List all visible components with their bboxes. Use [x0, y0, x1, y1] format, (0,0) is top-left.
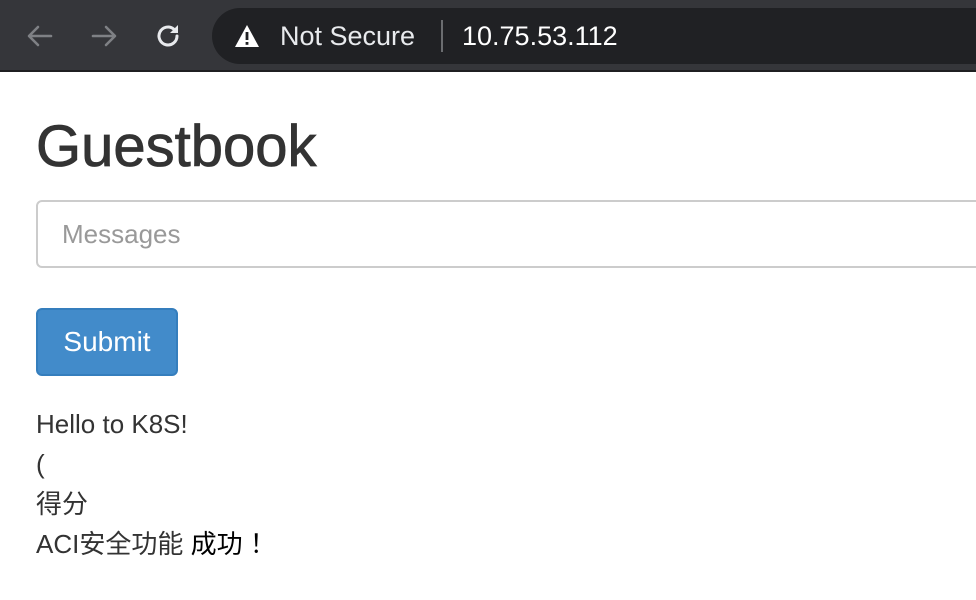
- guestbook-entry-row: ACI安全功能 成功 ！: [36, 524, 276, 564]
- reload-button[interactable]: [150, 18, 186, 54]
- guestbook-entry: (: [36, 449, 45, 479]
- back-arrow-icon: [27, 25, 53, 47]
- messages-input[interactable]: [36, 200, 976, 268]
- reload-icon: [157, 25, 179, 47]
- guestbook-entries: Hello to K8S! ( 得分 ACI安全功能 成功 ！: [36, 404, 276, 564]
- guestbook-entry-suffix: 成功 ！: [190, 529, 276, 559]
- guestbook-entry: ACI安全功能: [36, 529, 184, 559]
- submit-button[interactable]: Submit: [36, 308, 178, 376]
- warning-icon[interactable]: [234, 24, 260, 48]
- address-bar[interactable]: Not Secure 10.75.53.112: [212, 8, 976, 64]
- forward-arrow-icon: [91, 25, 117, 47]
- security-status-label[interactable]: Not Secure: [280, 21, 415, 51]
- guestbook-entry: 得分: [36, 489, 89, 519]
- back-button[interactable]: [22, 18, 58, 54]
- url-text[interactable]: 10.75.53.112: [462, 21, 618, 51]
- browser-toolbar: Not Secure 10.75.53.112: [0, 0, 976, 72]
- page-title: Guestbook: [36, 114, 317, 180]
- guestbook-entry: Hello to K8S!: [36, 409, 188, 439]
- address-divider: [441, 20, 443, 52]
- forward-button[interactable]: [86, 18, 122, 54]
